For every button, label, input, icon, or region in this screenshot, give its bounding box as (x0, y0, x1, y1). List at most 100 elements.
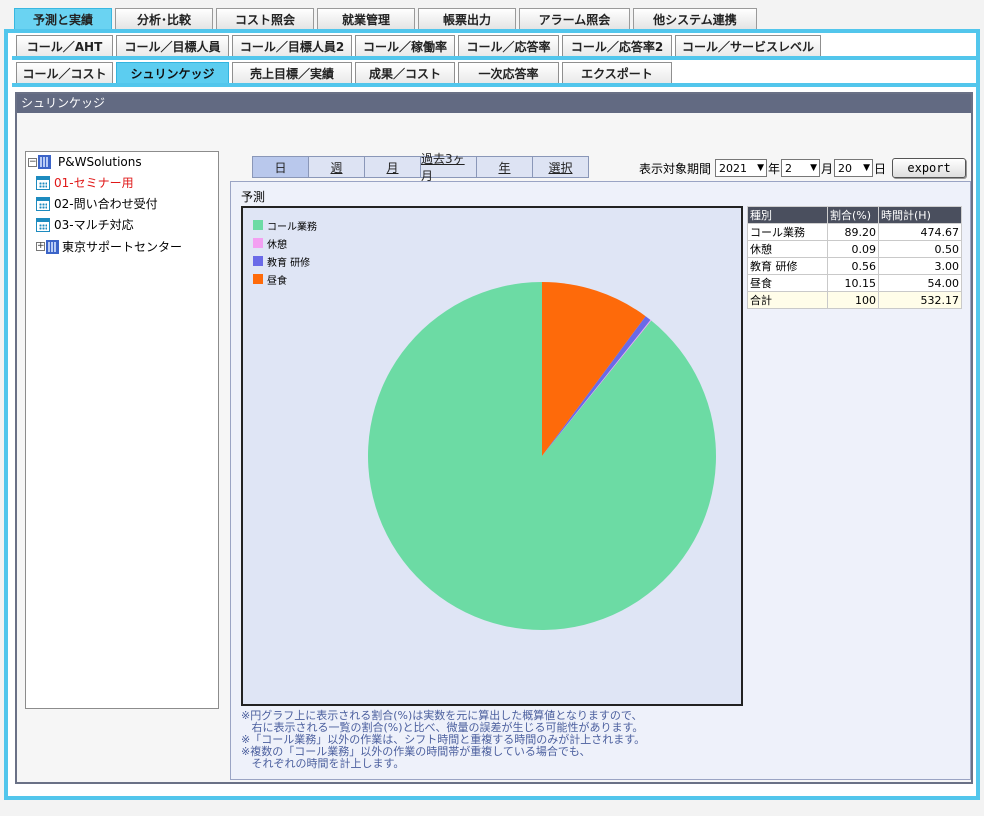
tree-root-label: P&WSolutions (58, 155, 142, 169)
month-select[interactable]: 2 ▼ (781, 159, 821, 177)
ratio-table: 種別 割合(%) 時間計(H) コール業務 89.20 474.67 休憩 0.… (747, 206, 962, 309)
tab-report-output[interactable]: 帳票出力 (418, 8, 516, 29)
table-row: 休憩 0.09 0.50 (747, 240, 962, 258)
subtab-call-target-staff-2[interactable]: コール／目標人員2 (232, 35, 352, 56)
pie-chart (368, 282, 716, 630)
subtab-call-service-level[interactable]: コール／サービスレベル (675, 35, 821, 56)
col-header-type: 種別 (747, 206, 828, 224)
cell-hours: 0.50 (878, 240, 962, 258)
tree-item-label: 03-マルチ対応 (54, 218, 134, 232)
cell-hours: 532.17 (878, 291, 962, 309)
cell-hours: 3.00 (878, 257, 962, 275)
pie-chart-box: コール業務 休憩 教育 研修 昼食 (241, 206, 743, 706)
day-unit: 日 (874, 161, 887, 176)
org-tree: − P&WSolutions 01-セミナー用 02-問い合わせ受付 03-マル… (25, 151, 219, 709)
chart-content: 予測 コール業務 休憩 教育 研修 昼食 種別 割合(%) 時間計(H) コール… (230, 181, 971, 780)
chart-legend: コール業務 休憩 教育 研修 昼食 (253, 216, 317, 288)
panel-title: シュリンケッジ (17, 94, 971, 113)
chevron-down-icon: ▼ (757, 163, 765, 173)
subtab-sales-target[interactable]: 売上目標／実績 (232, 62, 352, 83)
calendar-icon (36, 196, 50, 211)
cell-hours: 474.67 (878, 223, 962, 241)
tab-alarm-inquiry[interactable]: アラーム照会 (519, 8, 630, 29)
tree-item-seminar[interactable]: 01-セミナー用 (36, 174, 134, 191)
collapse-icon[interactable]: − (28, 157, 37, 167)
cell-ratio: 0.56 (827, 257, 879, 275)
cell-ratio: 100 (827, 291, 879, 309)
cell-ratio: 0.09 (827, 240, 879, 258)
legend-swatch (253, 238, 263, 248)
cell-type: コール業務 (747, 223, 828, 241)
cell-type: 昼食 (747, 274, 828, 292)
cell-hours: 54.00 (878, 274, 962, 292)
tab-analysis-compare[interactable]: 分析･比較 (115, 8, 213, 29)
legend-swatch (253, 274, 263, 284)
tree-item-inquiry[interactable]: 02-問い合わせ受付 (36, 195, 158, 212)
top-tab-bar: 予測と実績 分析･比較 コスト照会 就業管理 帳票出力 アラーム照会 他システム… (14, 8, 760, 29)
cell-ratio: 10.15 (827, 274, 879, 292)
legend-item-lunch: 昼食 (253, 270, 317, 288)
period-3months-button[interactable]: 過去3ヶ月 (420, 152, 477, 183)
tab-forecast-actual[interactable]: 予測と実績 (14, 8, 112, 29)
col-header-ratio: 割合(%) (827, 206, 879, 224)
legend-swatch (253, 220, 263, 230)
table-row: 昼食 10.15 54.00 (747, 274, 962, 292)
calendar-icon (36, 175, 50, 190)
tree-root[interactable]: − P&WSolutions (28, 155, 142, 169)
tab-attendance[interactable]: 就業管理 (317, 8, 415, 29)
date-selector: 表示対象期間 2021 ▼ 年 2 ▼ 月 20 ▼ 日 export (639, 158, 967, 178)
period-custom-button[interactable]: 選択 (532, 156, 589, 178)
subtab-export[interactable]: エクスポート (562, 62, 672, 83)
content-title: 予測 (241, 190, 266, 204)
subtab-call-answer-rate-2[interactable]: コール／応答率2 (562, 35, 672, 56)
subtab-call-answer-rate[interactable]: コール／応答率 (458, 35, 559, 56)
month-unit: 月 (821, 161, 834, 176)
subtab-call-aht[interactable]: コール／AHT (16, 35, 113, 56)
cell-type: 教育 研修 (747, 257, 828, 275)
tree-item-multi[interactable]: 03-マルチ対応 (36, 216, 134, 233)
table-header-row: 種別 割合(%) 時間計(H) (747, 206, 962, 224)
year-unit: 年 (768, 161, 781, 176)
building-icon (38, 155, 51, 169)
period-label: 表示対象期間 (639, 161, 712, 176)
period-day-button[interactable]: 日 (252, 156, 309, 178)
subtab-result-cost[interactable]: 成果／コスト (355, 62, 455, 83)
subtab-call-occupancy[interactable]: コール／稼働率 (355, 35, 455, 56)
tree-item-tokyo[interactable]: + 東京サポートセンター (36, 238, 182, 255)
period-year-button[interactable]: 年 (476, 156, 533, 178)
footnotes: ※円グラフ上に表示される割合(%)は実数を元に算出した概算値となりますので、 右… (241, 710, 645, 770)
subtab-call-target-staff[interactable]: コール／目標人員 (116, 35, 229, 56)
cell-type: 休憩 (747, 240, 828, 258)
year-select[interactable]: 2021 ▼ (715, 159, 768, 177)
period-month-button[interactable]: 月 (364, 156, 421, 178)
subtab-first-response[interactable]: 一次応答率 (458, 62, 559, 83)
legend-item-training: 教育 研修 (253, 252, 317, 270)
shrinkage-panel: シュリンケッジ − P&WSolutions 01-セミナー用 02-問い合わせ… (15, 92, 973, 784)
legend-item-call: コール業務 (253, 216, 317, 234)
day-select[interactable]: 20 ▼ (834, 159, 874, 177)
subtab-call-cost[interactable]: コール／コスト (16, 62, 113, 83)
export-button[interactable]: export (892, 158, 967, 178)
subtab-row-2: コール／コスト シュリンケッジ 売上目標／実績 成果／コスト 一次応答率 エクス… (12, 60, 980, 87)
table-row: コール業務 89.20 474.67 (747, 223, 962, 241)
period-selector: 日 週 月 過去3ヶ月 年 選択 (252, 152, 589, 183)
tab-cost-inquiry[interactable]: コスト照会 (216, 8, 314, 29)
legend-item-break: 休憩 (253, 234, 317, 252)
period-week-button[interactable]: 週 (308, 156, 365, 178)
chevron-down-icon: ▼ (810, 163, 818, 173)
expand-icon[interactable]: + (36, 242, 45, 251)
col-header-hours: 時間計(H) (878, 206, 962, 224)
subtab-shrinkage[interactable]: シュリンケッジ (116, 62, 229, 83)
subtab-row-1: コール／AHT コール／目標人員 コール／目標人員2 コール／稼働率 コール／応… (12, 33, 980, 60)
cell-type: 合計 (747, 291, 828, 309)
table-total-row: 合計 100 532.17 (747, 291, 962, 309)
cell-ratio: 89.20 (827, 223, 879, 241)
tree-item-label: 02-問い合わせ受付 (54, 197, 158, 211)
chevron-down-icon: ▼ (863, 163, 871, 173)
tab-other-system[interactable]: 他システム連携 (633, 8, 757, 29)
table-row: 教育 研修 0.56 3.00 (747, 257, 962, 275)
tree-item-label: 01-セミナー用 (54, 176, 134, 190)
tree-item-label: 東京サポートセンター (62, 240, 183, 254)
legend-swatch (253, 256, 263, 266)
footnote-line: それぞれの時間を計上します。 (241, 757, 405, 770)
